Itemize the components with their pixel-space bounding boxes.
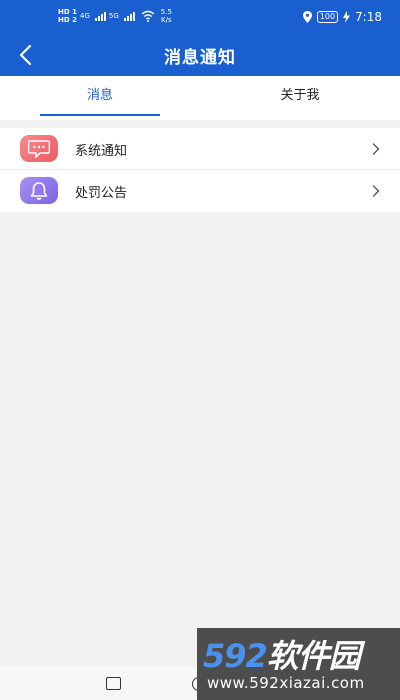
signal-icon: [94, 11, 106, 21]
tab-bar: 消息 关于我: [0, 76, 400, 120]
hd-top-label: HD 1: [58, 7, 77, 16]
network-1-label: 4G: [79, 11, 90, 20]
notification-list: 系统通知 处罚公告: [0, 128, 400, 212]
message-icon: [20, 135, 58, 162]
watermark-logo-number: 592: [203, 637, 268, 675]
list-item-penalty-announcement[interactable]: 处罚公告: [0, 170, 400, 212]
network-2-label: 5G: [108, 11, 119, 20]
list-item-label: 处罚公告: [75, 186, 128, 201]
wifi-icon: [141, 10, 155, 22]
speed-unit: K/s: [161, 16, 172, 24]
signal-icon-2: [123, 11, 135, 21]
recent-apps-button[interactable]: [106, 677, 121, 690]
list-item-label: 系统通知: [75, 144, 128, 159]
charging-icon: [343, 11, 351, 23]
clock: 7:18: [355, 10, 382, 24]
page-title: 消息通知: [164, 48, 236, 68]
battery-icon: 100: [316, 11, 339, 23]
location-icon: [302, 11, 312, 23]
watermark-logo-text: 软件园: [266, 637, 361, 675]
chevron-right-icon: [372, 143, 380, 155]
tab-about-me-label: 关于我: [280, 88, 320, 103]
network-speed: 5.5 K/s: [161, 8, 172, 24]
hd-indicator: HD 1 HD 2: [58, 7, 77, 24]
bell-icon: [20, 177, 58, 204]
tab-about-me[interactable]: 关于我: [200, 76, 400, 120]
watermark: 592软件园 www.592xiazai.com: [197, 628, 400, 700]
tab-messages[interactable]: 消息: [0, 76, 200, 120]
watermark-url: www.592xiazai.com: [207, 674, 365, 692]
active-tab-indicator: [40, 114, 160, 116]
app-header: 消息通知: [0, 34, 400, 76]
hd-bottom-label: HD 2: [58, 15, 77, 24]
watermark-logo: 592软件园: [203, 631, 361, 677]
speed-value: 5.5: [160, 8, 172, 16]
chevron-right-icon: [372, 185, 380, 197]
tab-messages-label: 消息: [86, 88, 113, 103]
status-bar: HD 1 HD 2 4G 5G 5.5 K/s 100 7:18: [0, 0, 400, 34]
status-right: 100 7:18: [302, 10, 382, 24]
list-item-system-notice[interactable]: 系统通知: [0, 128, 400, 170]
status-left: HD 1 HD 2 4G 5G 5.5 K/s: [58, 8, 172, 24]
